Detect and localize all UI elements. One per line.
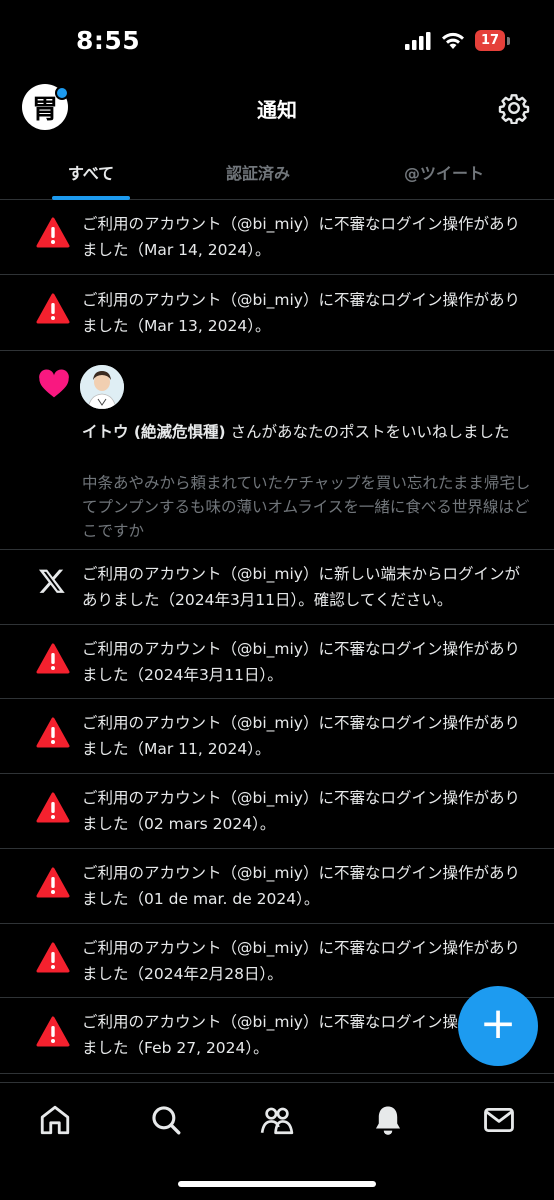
header: 胃 通知 (0, 80, 554, 140)
notification-text: ご利用のアカウント（@bi_miy）に不審なログイン操作がありました（Mar 1… (82, 215, 520, 259)
heart-icon (39, 369, 69, 398)
like-action-text: さんがあなたのポストをいいねしました (225, 423, 510, 441)
tab-mentions[interactable]: @ツイート (334, 148, 554, 199)
alert-icon (36, 717, 70, 748)
notification-text: ご利用のアカウント（@bi_miy）に不審なログイン操作がありました（2024年… (82, 640, 520, 684)
notification-item[interactable]: ご利用のアカウント（@bi_miy）に不審なログイン操作がありました（Mar 1… (0, 699, 554, 774)
like-notification-item[interactable]: イトウ (絶滅危惧種) さんがあなたのポストをいいねしました 中条あやみから頼ま… (0, 351, 554, 550)
notification-item[interactable]: ご利用のアカウント（@bi_miy）に不審なログイン操作がありました（Mar 1… (0, 200, 554, 275)
notification-text: ご利用のアカウント（@bi_miy）に不審なログイン操作がありました（2024年… (82, 939, 520, 983)
notification-item[interactable]: ご利用のアカウント（@bi_miy）に新しい端末からログインがありました（202… (0, 550, 554, 625)
x-logo-icon (38, 569, 65, 593)
notification-item[interactable]: ご利用のアカウント（@bi_miy）に不審なログイン操作がありました（2024年… (0, 924, 554, 998)
liker-name[interactable]: イトウ (絶滅危惧種) (82, 423, 226, 441)
alert-icon (36, 942, 70, 973)
notification-text: ご利用のアカウント（@bi_miy）に不審なログイン操作がありました（Mar 1… (82, 714, 520, 758)
alert-icon (36, 217, 70, 248)
liked-post-excerpt[interactable]: 中条あやみから頼まれていたケチャップを買い忘れたまま帰宅してプンプンするも味の薄… (82, 471, 534, 543)
alert-icon (36, 643, 70, 674)
battery-indicator: 17 (475, 30, 510, 51)
like-text: イトウ (絶滅危惧種) さんがあなたのポストをいいねしました (82, 419, 534, 445)
liker-avatar[interactable] (80, 365, 124, 409)
compose-post-button[interactable]: + (458, 986, 538, 1066)
notification-text: ご利用のアカウント（@bi_miy）に不審なログイン操作がありました（Mar 1… (82, 291, 520, 335)
plus-icon: + (479, 998, 517, 1049)
notification-text: ご利用のアカウント（@bi_miy）に不審なログイン操作がありました（02 ma… (82, 789, 520, 833)
cellular-signal-icon (405, 31, 431, 50)
search-icon[interactable] (149, 1103, 183, 1137)
notification-item[interactable]: ご利用のアカウント（@bi_miy）に不審なログイン操作がありました（Mar 1… (0, 275, 554, 351)
battery-level: 17 (475, 30, 505, 51)
settings-gear-icon[interactable] (498, 92, 530, 124)
messages-icon[interactable] (482, 1103, 516, 1137)
alert-icon (36, 867, 70, 898)
tab-all[interactable]: すべて (0, 148, 182, 200)
communities-icon[interactable] (260, 1103, 294, 1137)
notification-item[interactable]: ご利用のアカウント（@bi_miy）に不審なログイン操作がありました（01 de… (0, 849, 554, 924)
person-avatar-icon (80, 365, 124, 409)
notification-list: ご利用のアカウント（@bi_miy）に不審なログイン操作がありました（Mar 1… (0, 200, 554, 1074)
notification-tabs: すべて 認証済み @ツイート (0, 148, 554, 200)
notification-item[interactable]: ご利用のアカウント（@bi_miy）に不審なログイン操作がありました（2024年… (0, 625, 554, 699)
notification-text: ご利用のアカウント（@bi_miy）に不審なログイン操作がありました（01 de… (82, 864, 520, 908)
notifications-bell-icon[interactable] (371, 1103, 405, 1137)
page-title: 通知 (257, 98, 297, 122)
home-indicator[interactable] (178, 1181, 376, 1187)
alert-icon (36, 792, 70, 823)
notification-item[interactable]: ご利用のアカウント（@bi_miy）に不審なログイン操作がありました（02 ma… (0, 774, 554, 849)
battery-tip (507, 36, 510, 45)
notification-text: ご利用のアカウント（@bi_miy）に新しい端末からログインがありました（202… (82, 565, 520, 609)
alert-icon (36, 293, 70, 324)
status-time: 8:55 (76, 26, 141, 55)
status-icons: 17 (405, 30, 510, 51)
alert-icon (36, 1016, 70, 1047)
home-icon[interactable] (38, 1103, 72, 1137)
wifi-icon (442, 32, 464, 49)
status-bar: 8:55 17 (0, 0, 554, 80)
tab-verified[interactable]: 認証済み (182, 148, 334, 199)
